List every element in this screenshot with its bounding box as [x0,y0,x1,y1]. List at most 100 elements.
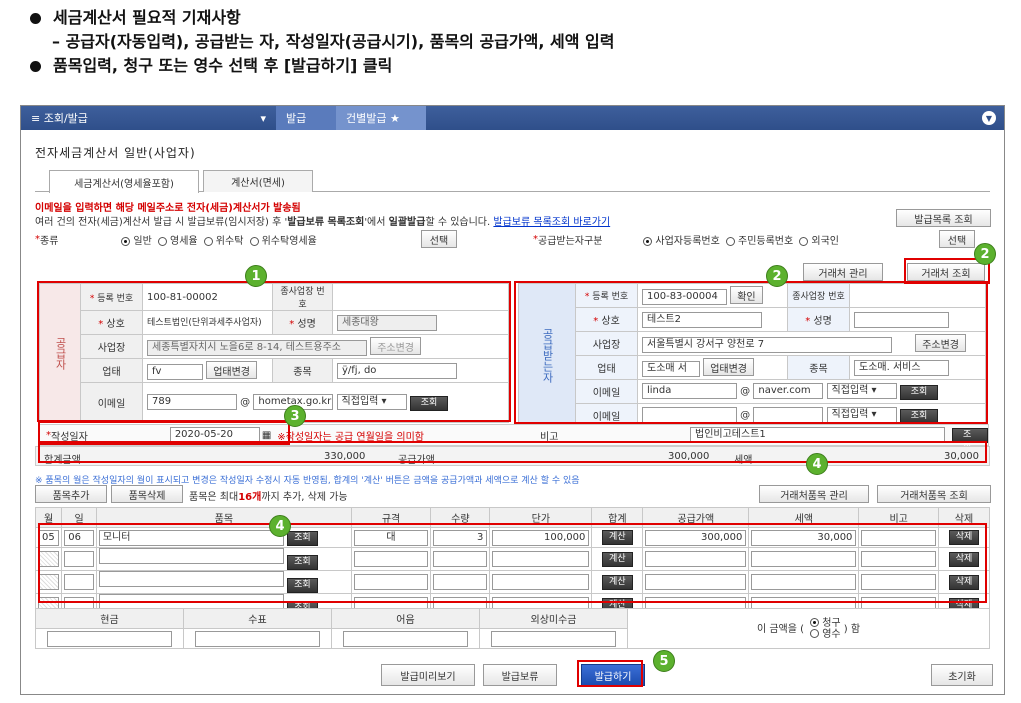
tab-invoice[interactable]: 계산서(면세) [203,170,313,192]
hold-list-link[interactable]: 발급보류 목록조회 바로가기 [493,217,610,228]
email-search-button[interactable]: 조회 [409,396,449,411]
delete-item-button[interactable]: 품목삭제 [111,485,183,503]
item-day[interactable]: 06 [64,529,94,546]
reg-label: * 등록 번호 [575,283,638,308]
email-search-button[interactable]: 조회 [899,409,939,424]
add-item-button[interactable]: 품목추가 [35,485,107,503]
partner-manage-button[interactable]: 거래처 관리 [803,263,883,281]
radio-general[interactable] [121,236,131,246]
item-name[interactable] [98,571,284,587]
receiver-item[interactable]: 도소매. 서비스 [854,359,949,376]
industry-change-button[interactable]: 업태변경 [206,361,257,380]
item-remark[interactable] [861,529,936,546]
calc-button[interactable]: 계산 [602,574,633,590]
supplier-email-id[interactable]: 789 [147,394,237,410]
address-change-button[interactable]: 주소변경 [370,337,421,356]
supplier-item[interactable]: ÿ/fj, do [337,362,457,379]
item-qty[interactable] [433,574,488,590]
radio-label: 영세율 [170,236,198,247]
item-spec[interactable] [353,551,429,567]
breadcrumb-single-issue[interactable]: 건별발급 ★ [336,106,426,130]
confirm-button[interactable]: 확인 [730,286,763,305]
item-tax[interactable] [751,551,857,567]
receiver-reg-no[interactable]: 100-83-00004 [642,288,727,305]
pay-check-input[interactable] [195,630,320,647]
pay-bill-input[interactable] [343,630,468,647]
supplier-biz[interactable]: fv [147,363,203,380]
calc-button[interactable]: 계산 [602,530,633,545]
item-day[interactable] [64,574,94,590]
pay-credit-input[interactable] [491,630,616,647]
radio-consign-zero[interactable] [249,236,259,246]
receiver-email2-domain[interactable] [753,407,824,423]
issue-button[interactable]: 발급하기 [581,664,645,686]
reset-button[interactable]: 초기화 [931,664,993,686]
hold-button[interactable]: 발급보류 [483,664,557,686]
item-spec[interactable]: 대 [353,529,429,546]
email-domain-select[interactable]: 직접입력 ▾ [826,383,897,399]
radio-foreigner[interactable] [799,236,809,246]
item-tax[interactable]: 30,000 [751,529,857,546]
tab-tax-invoice[interactable]: 세금계산서(영세율포함) [49,170,199,193]
calc-button[interactable]: 계산 [602,551,633,567]
receiver-biz[interactable]: 도소매 서 [642,360,700,377]
email-domain-select[interactable]: 직접입력 ▾ [336,394,407,410]
partner-item-search-button[interactable]: 거래처품목 조회 [877,485,991,503]
email-domain-select[interactable]: 직접입력 ▾ [826,407,897,423]
totals-bar: 합계금액 330,000 공급가액 300,000 세액 30,000 [35,446,990,466]
item-name[interactable] [98,548,284,564]
industry-change-button[interactable]: 업태변경 [703,358,754,377]
breadcrumb-issue[interactable]: 발급 [276,106,336,130]
address-change-button[interactable]: 주소변경 [915,334,966,353]
item-tax[interactable] [751,574,857,590]
item-search-button[interactable]: 조회 [287,555,318,570]
delete-button[interactable]: 삭제 [948,574,980,590]
partner-search-button[interactable]: 거래처 조회 [907,263,985,281]
receiver-rep[interactable] [854,311,949,328]
pay-check-label: 수표 [183,608,332,629]
receiver-email-domain[interactable]: naver.com [753,383,824,399]
pay-cash-input[interactable] [47,630,172,647]
radio-consign[interactable] [203,236,213,246]
radio-zero-rate[interactable] [158,236,167,246]
calendar-icon[interactable]: ▦ [262,430,271,441]
chevron-down-icon[interactable]: ▼ [982,111,996,125]
write-date-input[interactable]: 2020-05-20 [169,427,260,443]
menu-dropdown[interactable]: ≡ 조회/발급 ▾ [21,106,276,130]
remark-search-button[interactable]: 조회 [952,427,988,453]
type-select-button[interactable]: 선택 [421,230,457,248]
receiver-email-id[interactable]: linda [642,383,737,399]
radio-resident[interactable] [726,236,735,246]
recv-select-button[interactable]: 선택 [939,230,975,248]
item-day[interactable] [64,551,94,567]
receiver-name[interactable]: 테스트2 [642,311,762,328]
remark-input[interactable]: 법인비고테스트1 [690,427,945,443]
partner-item-manage-button[interactable]: 거래처품목 관리 [759,485,869,503]
radio-receipt[interactable] [810,629,820,638]
col-spec: 규격 [350,507,432,528]
item-supply[interactable]: 300,000 [645,529,747,546]
delete-button[interactable]: 삭제 [948,551,980,567]
item-price[interactable]: 100,000 [492,529,590,546]
item-qty[interactable]: 3 [433,529,488,546]
item-remark[interactable] [861,551,936,567]
item-month[interactable]: 05 [38,529,60,546]
email-search-button[interactable]: 조회 [899,385,939,400]
issue-list-button[interactable]: 발급목록 조회 [896,209,991,227]
item-spec[interactable] [353,574,429,590]
item-supply[interactable] [645,551,747,567]
item-price[interactable] [492,574,590,590]
item-search-button[interactable]: 조회 [287,578,318,593]
item-search-button[interactable]: 조회 [287,530,318,546]
receiver-email2-id[interactable] [642,407,737,423]
item-qty[interactable] [433,551,488,567]
item-name[interactable]: 모니터 [98,529,284,546]
radio-bizno[interactable] [643,236,653,246]
item-supply[interactable] [645,574,747,590]
item-remark[interactable] [861,574,936,590]
preview-button[interactable]: 발급미리보기 [381,664,475,686]
item-price[interactable] [492,551,590,567]
delete-button[interactable]: 삭제 [948,530,980,545]
radio-claim[interactable] [810,618,820,627]
receiver-address[interactable]: 서울특별시 강서구 양천로 7 [642,336,892,353]
